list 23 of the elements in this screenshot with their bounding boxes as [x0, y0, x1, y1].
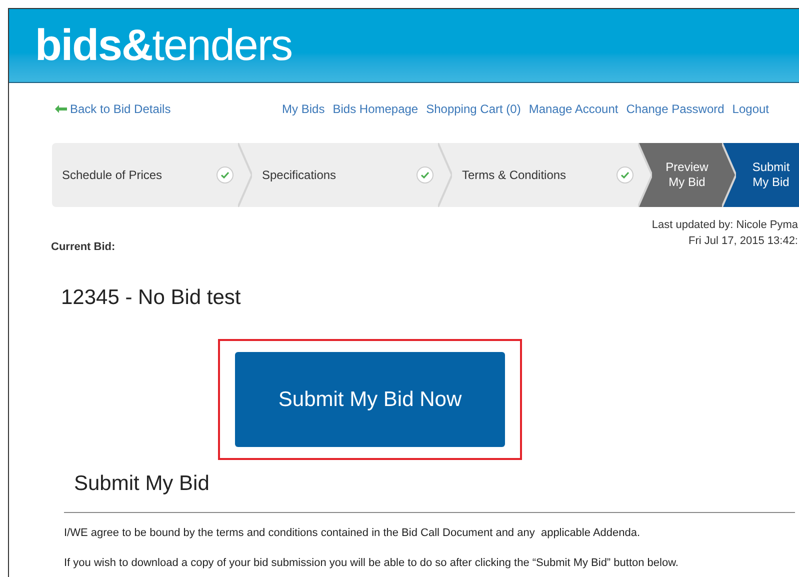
submit-button[interactable]: Submit My Bid Now — [235, 352, 505, 447]
nav-link[interactable]: Change Password — [626, 100, 724, 118]
nav-link[interactable]: My Bids — [282, 100, 325, 118]
current-bid-label: Current Bid: — [51, 240, 116, 255]
last-updated-text: Last updated by: Nicole Pyma — [652, 218, 798, 233]
back-arrow-icon — [55, 105, 67, 113]
paragraph: I/WE agree to be bound by the terms and conditions contained in the Bid Call Document and any applicable Addenda. — [64, 526, 642, 540]
paragraph: If you wish to download a copy of your bid submission you will be able to do so after clicking the “Submit My Bid” button below. — [64, 556, 680, 571]
progress-step[interactable]: Submit My Bid — [736, 143, 799, 207]
check-icon — [216, 166, 234, 184]
progress-step[interactable]: Schedule of Prices — [52, 143, 238, 207]
nav-link[interactable]: Manage Account — [528, 100, 618, 118]
check-icon — [616, 166, 634, 184]
nav-link[interactable]: Bids Homepage — [332, 100, 418, 118]
logo[interactable]: bids&tenders — [35, 24, 292, 68]
section-title: Submit My Bid — [73, 471, 210, 497]
bid-title: 12345 - No Bid test — [60, 284, 242, 310]
check-icon — [416, 166, 434, 184]
last-updated-text: Fri Jul 17, 2015 13:42: — [688, 234, 798, 249]
back-link[interactable]: Back to Bid Details — [55, 100, 171, 118]
progress-step[interactable]: Specifications — [252, 143, 438, 207]
nav-link[interactable]: Logout — [732, 100, 769, 118]
nav-link[interactable]: Shopping Cart (0) — [426, 100, 521, 118]
